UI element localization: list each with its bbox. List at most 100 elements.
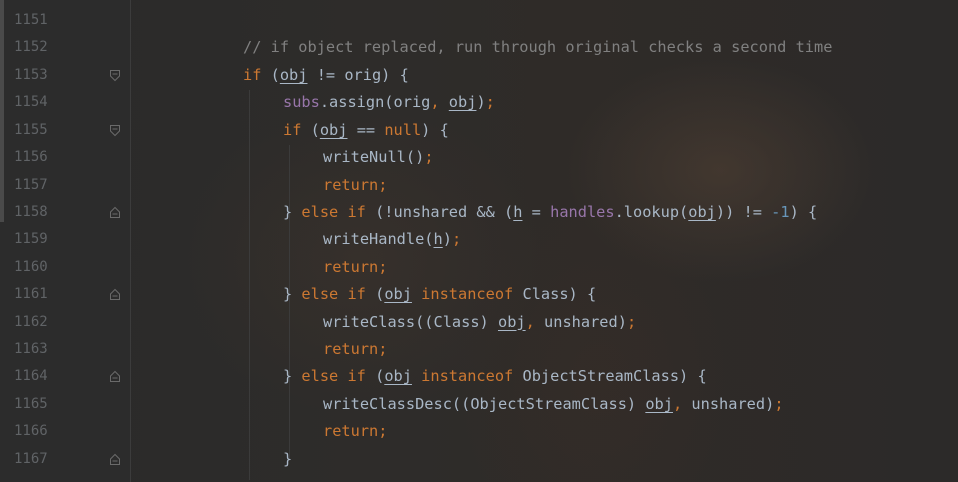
keyword: if (283, 120, 302, 139)
code-text: subs.assign(orig, obj); (283, 89, 495, 116)
line-number[interactable]: 1159 (14, 226, 74, 253)
code-text: } else if (obj instanceof Class) { (283, 281, 596, 308)
keyword: else if (301, 285, 366, 304)
code-text: writeNull(); (323, 144, 434, 171)
keyword: return (323, 340, 379, 359)
code-token: unshared) (682, 394, 775, 413)
line-number[interactable]: 1155 (14, 117, 74, 144)
code-text: writeClassDesc((ObjectStreamClass) obj, … (323, 391, 784, 418)
line-number[interactable]: 1165 (14, 391, 74, 418)
punctuation: ; (451, 230, 462, 249)
code-token: } (283, 202, 302, 221)
code-text: return; (323, 254, 387, 281)
code-line: 1161 } else if (obj instanceof Class) { (0, 281, 958, 308)
fold-close-icon[interactable] (109, 370, 121, 383)
code-editor[interactable]: 1151 1152 // if object replaced, run thr… (0, 7, 958, 473)
keyword: return (323, 175, 379, 194)
code-text: if (obj != orig) { (243, 62, 409, 89)
punctuation: , (672, 394, 683, 413)
variable: obj (497, 312, 526, 331)
line-number[interactable]: 1154 (14, 89, 74, 116)
code-token: } (283, 285, 302, 304)
code-token: )) != (715, 202, 772, 221)
code-token: ObjectStreamClass) { (513, 367, 707, 386)
code-text: } else if (!unshared && (h = handles.loo… (283, 199, 817, 226)
code-line: 1152 // if object replaced, run through … (0, 34, 958, 61)
keyword: if (243, 65, 262, 84)
code-line: 1159 writeHandle(h); (0, 226, 958, 253)
fold-open-icon[interactable] (109, 124, 121, 137)
code-token: writeNull() (323, 148, 425, 167)
punctuation: ; (485, 93, 495, 112)
code-text: if (obj == null) { (283, 117, 449, 144)
line-number[interactable]: 1163 (14, 336, 74, 363)
punctuation: ; (378, 175, 388, 194)
code-token: = (522, 202, 551, 221)
code-line: 1151 (0, 7, 958, 34)
fold-open-icon[interactable] (109, 69, 121, 82)
keyword: return (323, 257, 379, 276)
line-number[interactable]: 1158 (14, 199, 74, 226)
comment: // if object replaced, run through origi… (243, 38, 833, 57)
code-line: 1154 subs.assign(orig, obj); (0, 89, 958, 116)
variable: obj (279, 65, 308, 84)
code-token: ( (301, 120, 320, 139)
field: subs (283, 93, 320, 112)
punctuation: ; (378, 422, 388, 441)
line-number[interactable]: 1166 (14, 418, 74, 445)
punctuation: ; (626, 312, 637, 331)
code-token: ( (365, 367, 385, 386)
line-number[interactable]: 1164 (14, 363, 74, 390)
field: handles (550, 202, 615, 221)
line-number[interactable]: 1153 (14, 62, 74, 89)
code-text: } (283, 446, 292, 473)
code-line: 1155 if (obj == null) { (0, 117, 958, 144)
line-number[interactable]: 1167 (14, 446, 74, 473)
code-token: writeClass((Class) (323, 312, 498, 331)
keyword: else if (301, 367, 366, 386)
punctuation: ; (774, 394, 784, 413)
code-line: 1165 writeClassDesc((ObjectStreamClass) … (0, 391, 958, 418)
punctuation: ; (424, 148, 434, 167)
code-token: .assign(orig (319, 93, 431, 112)
line-number[interactable]: 1151 (14, 7, 74, 34)
code-text: return; (323, 336, 387, 363)
code-token: ) (476, 93, 486, 112)
line-number[interactable]: 1156 (14, 144, 74, 171)
variable: obj (319, 120, 348, 139)
code-text: writeHandle(h); (323, 226, 461, 253)
code-token: != orig) { (307, 65, 409, 84)
punctuation: ; (378, 257, 388, 276)
fold-close-icon[interactable] (109, 453, 121, 466)
code-token: ( (365, 285, 385, 304)
code-token: == (347, 120, 385, 139)
keyword: return (323, 422, 379, 441)
code-line: 1162 writeClass((Class) obj, unshared); (0, 309, 958, 336)
code-text: return; (323, 418, 387, 445)
code-token: Class) { (513, 285, 597, 304)
code-token: ) { (789, 202, 818, 221)
number: -1 (771, 202, 790, 221)
fold-close-icon[interactable] (109, 288, 121, 301)
code-line: 1163 return; (0, 336, 958, 363)
variable: obj (645, 394, 673, 413)
code-line: 1164 } else if (obj instanceof ObjectStr… (0, 363, 958, 390)
code-token: } (283, 449, 293, 468)
code-token: ( (261, 65, 280, 84)
code-token: writeHandle( (323, 230, 434, 249)
code-token: ) (442, 230, 452, 249)
line-number[interactable]: 1157 (14, 172, 74, 199)
line-number[interactable]: 1161 (14, 281, 74, 308)
line-number[interactable]: 1152 (14, 34, 74, 61)
line-number[interactable]: 1162 (14, 309, 74, 336)
code-text: // if object replaced, run through origi… (243, 34, 832, 61)
code-line: 1167 } (0, 446, 958, 473)
punctuation: , (525, 312, 535, 331)
fold-close-icon[interactable] (109, 206, 121, 219)
line-number[interactable]: 1160 (14, 254, 74, 281)
code-text: } else if (obj instanceof ObjectStreamCl… (283, 363, 707, 390)
code-token: .lookup( (614, 202, 689, 221)
code-token: ) { (421, 120, 449, 139)
